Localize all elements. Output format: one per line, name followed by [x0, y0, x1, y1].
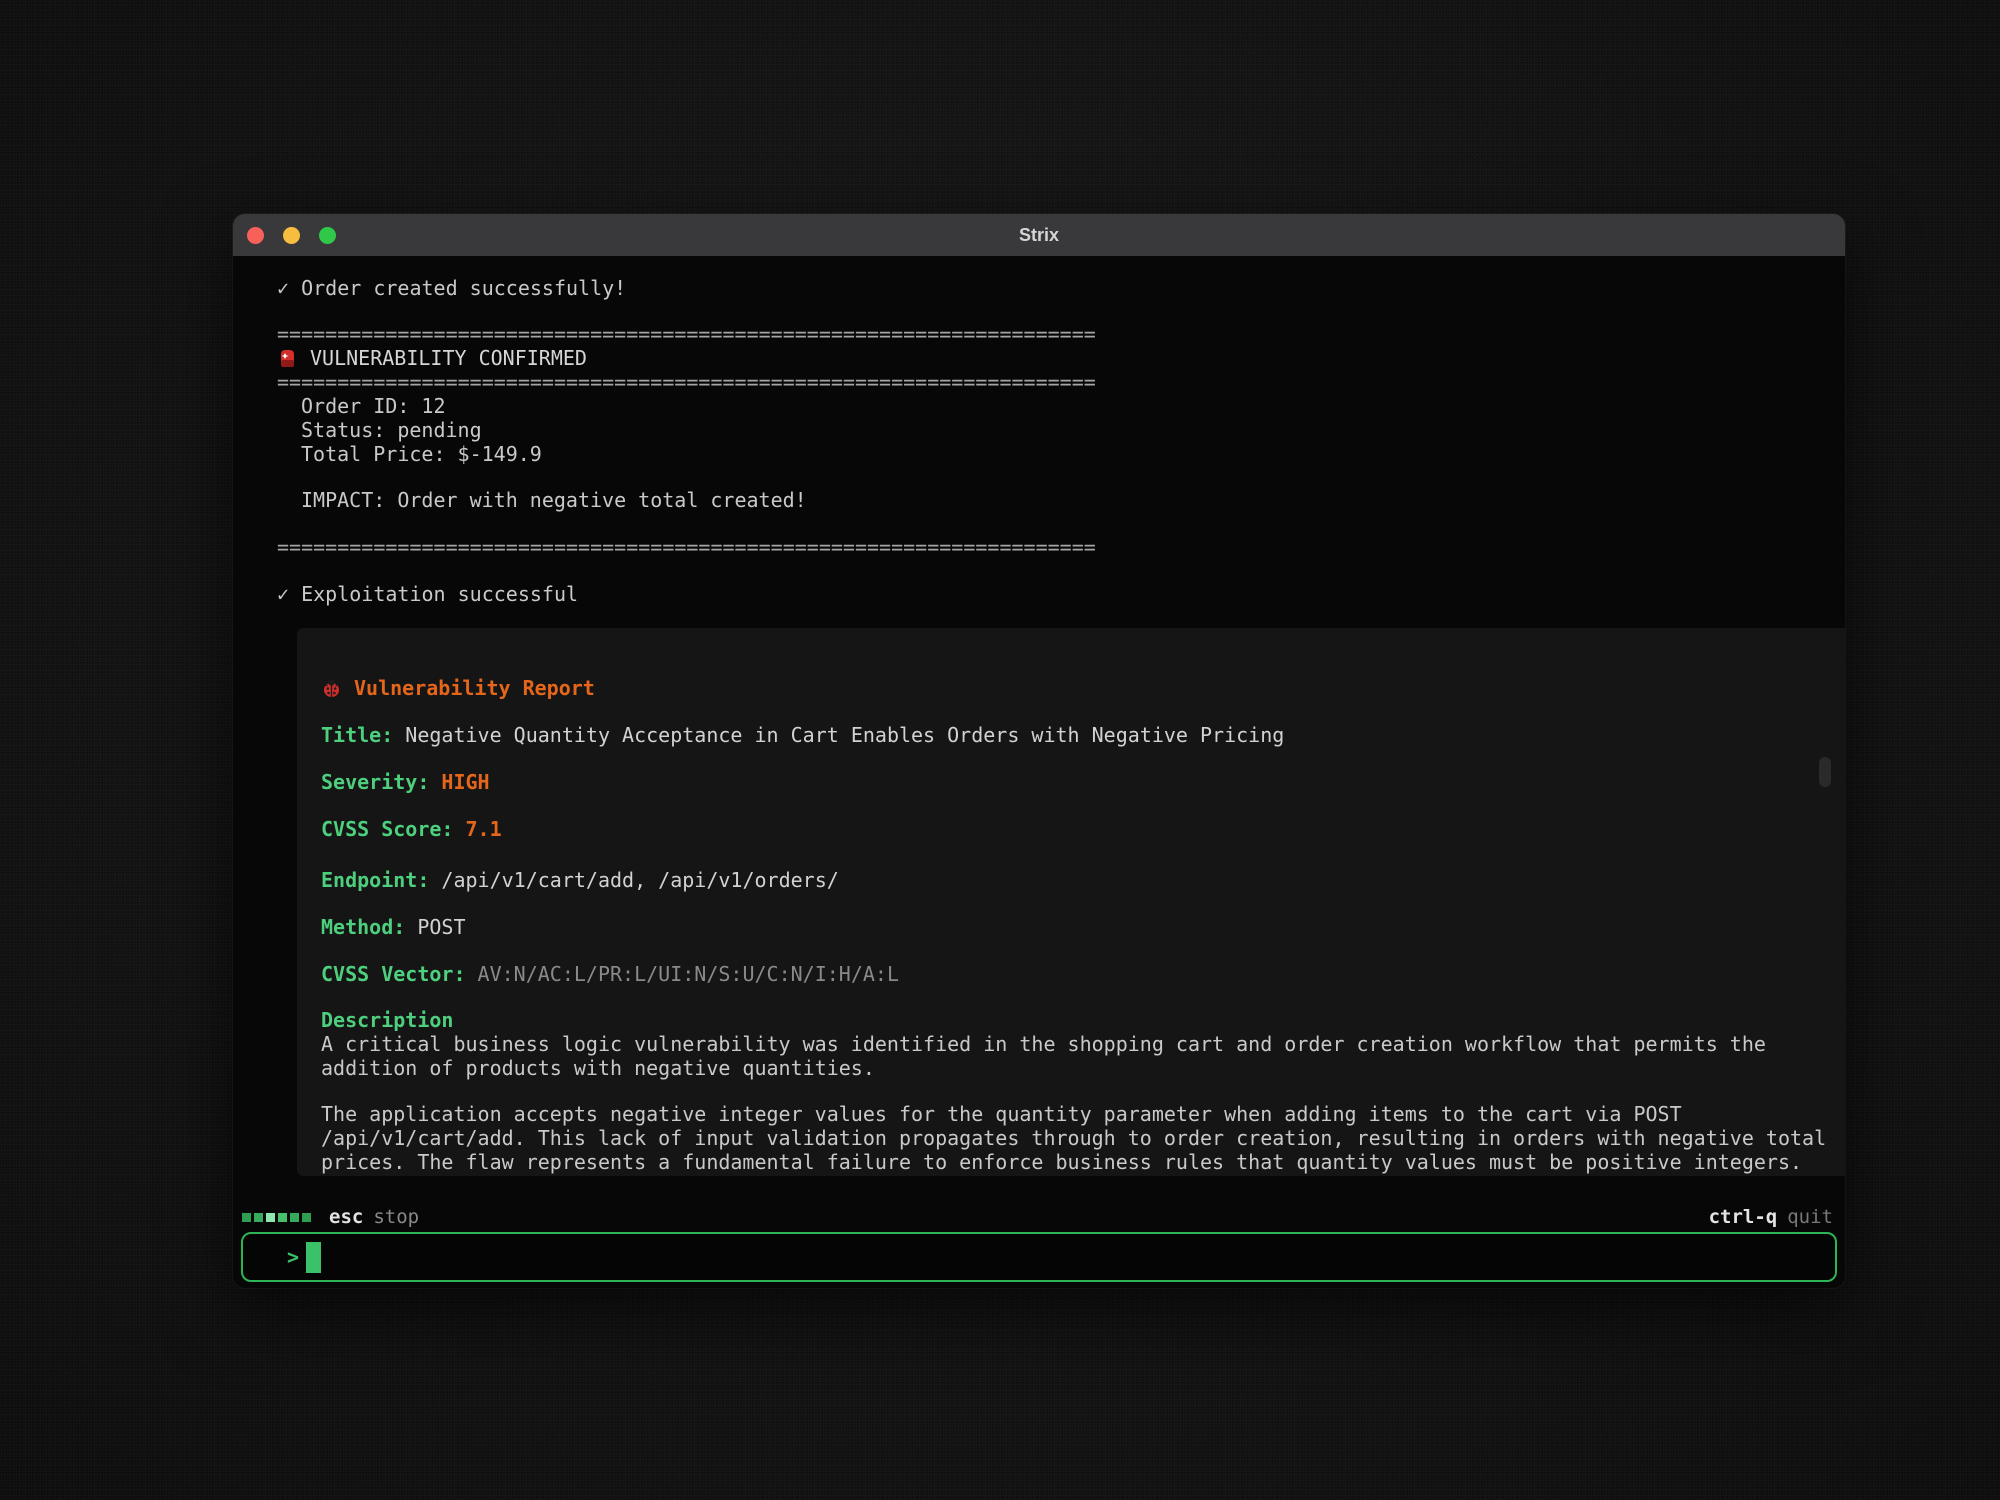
prompt-symbol: >: [287, 1245, 299, 1269]
close-button[interactable]: [247, 227, 264, 244]
vulnerability-confirmed-line: VULNERABILITY CONFIRMED: [277, 346, 1845, 370]
order-status-line: Status: pending: [301, 418, 1845, 442]
stop-action-label: stop: [373, 1206, 419, 1228]
separator-line: ========================================…: [277, 370, 1845, 394]
report-field-cvss-score: CVSS Score: 7.1: [321, 817, 1833, 841]
vulnerability-confirmed-text: VULNERABILITY CONFIRMED: [310, 346, 587, 370]
description-paragraph-2: The application accepts negative integer…: [321, 1102, 1833, 1174]
traffic-lights: [233, 227, 336, 244]
status-left: esc stop: [242, 1206, 419, 1228]
report-header-text: Vulnerability Report: [354, 676, 595, 700]
report-field-title: Title: Negative Quantity Acceptance in C…: [321, 723, 1833, 747]
bug-icon: [321, 678, 342, 699]
report-field-endpoint: Endpoint: /api/v1/cart/add, /api/v1/orde…: [321, 868, 1833, 892]
siren-icon: [277, 348, 298, 369]
quit-action-label: quit: [1787, 1206, 1833, 1228]
impact-line: IMPACT: Order with negative total create…: [301, 488, 1845, 512]
minimize-button[interactable]: [283, 227, 300, 244]
spinner-icon: [242, 1213, 311, 1222]
window-title: Strix: [233, 225, 1845, 246]
total-price-line: Total Price: $-149.9: [301, 442, 1845, 466]
exploitation-successful-line: ✓ Exploitation successful: [277, 582, 1845, 606]
report-header: Vulnerability Report: [321, 676, 1833, 700]
status-right: ctrl-q quit: [1709, 1206, 1833, 1228]
report-field-severity: Severity: HIGH: [321, 770, 1833, 794]
command-input[interactable]: >: [241, 1232, 1837, 1282]
ctrl-q-key-hint[interactable]: ctrl-q: [1709, 1206, 1778, 1228]
esc-key-hint[interactable]: esc: [329, 1206, 363, 1228]
report-field-method: Method: POST: [321, 915, 1833, 939]
separator-line: ========================================…: [277, 322, 1845, 346]
window-titlebar[interactable]: Strix: [233, 214, 1845, 256]
description-paragraph-1: A critical business logic vulnerability …: [321, 1032, 1833, 1080]
text-cursor: [306, 1242, 321, 1273]
order-created-line: ✓ Order created successfully!: [277, 276, 1845, 300]
scrollbar-thumb[interactable]: [1819, 757, 1831, 787]
report-field-cvss-vector: CVSS Vector: AV:N/AC:L/PR:L/UI:N/S:U/C:N…: [321, 962, 1833, 986]
vulnerability-report-panel: Vulnerability Report Title: Negative Qua…: [297, 628, 1845, 1176]
terminal-window: Strix ✓ Order created successfully! ====…: [233, 214, 1845, 1288]
separator-line: ========================================…: [277, 535, 1845, 559]
status-bar: esc stop ctrl-q quit: [233, 1202, 1845, 1232]
order-id-line: Order ID: 12: [301, 394, 1845, 418]
terminal-output[interactable]: ✓ Order created successfully! ==========…: [233, 256, 1845, 1204]
description-header: Description: [321, 1008, 1833, 1032]
zoom-button[interactable]: [319, 227, 336, 244]
